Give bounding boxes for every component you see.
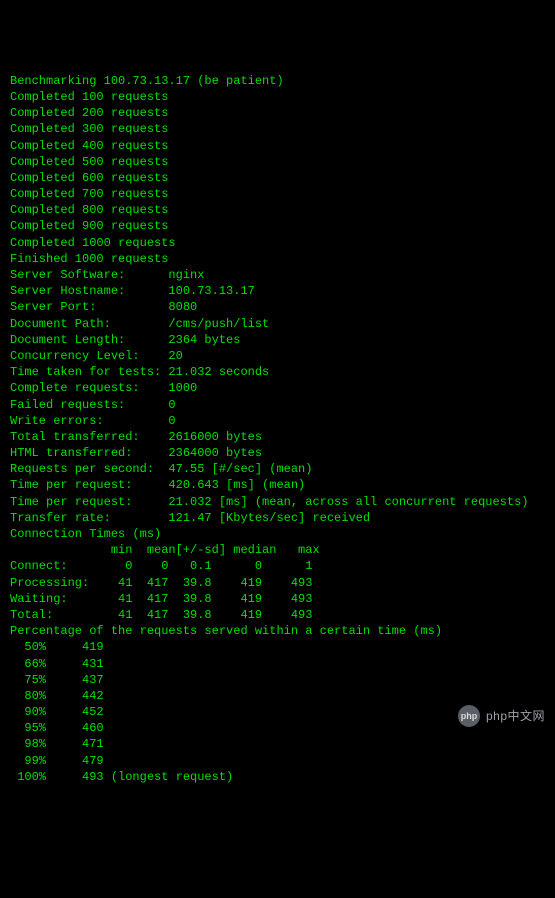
conn-row-2: Waiting: 41 417 39.8 419 493 xyxy=(10,591,545,607)
pct-row-4: 90% 452 xyxy=(10,704,545,720)
html-transferred: HTML transferred: 2364000 bytes xyxy=(10,445,545,461)
progress-line-4: Completed 500 requests xyxy=(10,154,545,170)
progress-line-5: Completed 600 requests xyxy=(10,170,545,186)
time-per-request-2: Time per request: 21.032 [ms] (mean, acr… xyxy=(10,494,545,510)
transfer-rate: Transfer rate: 121.47 [Kbytes/sec] recei… xyxy=(10,510,545,526)
document-path: Document Path: /cms/push/list xyxy=(10,316,545,332)
failed-requests: Failed requests: 0 xyxy=(10,397,545,413)
progress-line-10: Finished 1000 requests xyxy=(10,251,545,267)
time-per-request-1: Time per request: 420.643 [ms] (mean) xyxy=(10,477,545,493)
progress-line-2: Completed 300 requests xyxy=(10,121,545,137)
progress-line-7: Completed 800 requests xyxy=(10,202,545,218)
conn-row-3: Total: 41 417 39.8 419 493 xyxy=(10,607,545,623)
time-taken: Time taken for tests: 21.032 seconds xyxy=(10,364,545,380)
concurrency: Concurrency Level: 20 xyxy=(10,348,545,364)
requests-per-second: Requests per second: 47.55 [#/sec] (mean… xyxy=(10,461,545,477)
terminal-output: Benchmarking 100.73.13.17 (be patient)Co… xyxy=(10,73,545,785)
progress-line-3: Completed 400 requests xyxy=(10,138,545,154)
progress-line-0: Completed 100 requests xyxy=(10,89,545,105)
conn-header: min mean[+/-sd] median max xyxy=(10,542,545,558)
complete-requests: Complete requests: 1000 xyxy=(10,380,545,396)
bench-line: Benchmarking 100.73.13.17 (be patient) xyxy=(10,73,545,89)
progress-line-1: Completed 200 requests xyxy=(10,105,545,121)
progress-line-6: Completed 700 requests xyxy=(10,186,545,202)
write-errors: Write errors: 0 xyxy=(10,413,545,429)
server-port: Server Port: 8080 xyxy=(10,299,545,315)
pct-row-1: 66% 431 xyxy=(10,656,545,672)
pct-row-2: 75% 437 xyxy=(10,672,545,688)
progress-line-8: Completed 900 requests xyxy=(10,218,545,234)
pct-row-0: 50% 419 xyxy=(10,639,545,655)
progress-line-9: Completed 1000 requests xyxy=(10,235,545,251)
conn-row-1: Processing: 41 417 39.8 419 493 xyxy=(10,575,545,591)
document-length: Document Length: 2364 bytes xyxy=(10,332,545,348)
pct-title: Percentage of the requests served within… xyxy=(10,623,545,639)
pct-row-6: 98% 471 xyxy=(10,736,545,752)
pct-row-7: 99% 479 xyxy=(10,753,545,769)
conn-row-0: Connect: 0 0 0.1 0 1 xyxy=(10,558,545,574)
pct-row-5: 95% 460 xyxy=(10,720,545,736)
conn-title: Connection Times (ms) xyxy=(10,526,545,542)
pct-row-3: 80% 442 xyxy=(10,688,545,704)
total-transferred: Total transferred: 2616000 bytes xyxy=(10,429,545,445)
server-software: Server Software: nginx xyxy=(10,267,545,283)
server-hostname: Server Hostname: 100.73.13.17 xyxy=(10,283,545,299)
pct-row-8: 100% 493 (longest request) xyxy=(10,769,545,785)
